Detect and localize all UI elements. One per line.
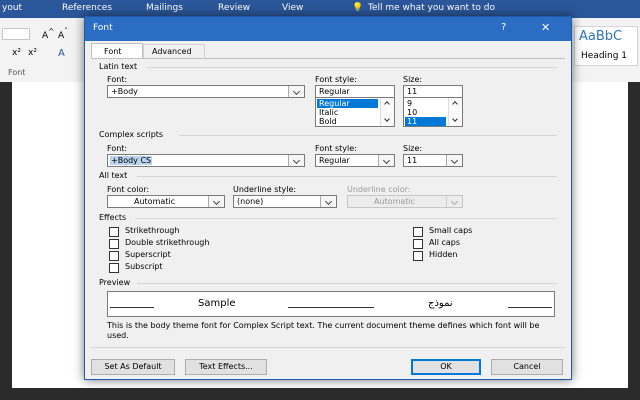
style-name: Heading 1 [581, 51, 628, 61]
cancel-button[interactable]: Cancel [491, 359, 563, 375]
ok-button[interactable]: OK [411, 359, 481, 375]
latin-font-label: Font: [107, 75, 128, 84]
grow-font-icon[interactable]: A^ [42, 27, 54, 41]
tab-advanced[interactable]: Advanced [143, 44, 205, 59]
style-preview: AaBbC [579, 29, 623, 44]
latin-style-label: Font style: [315, 75, 357, 84]
subscript-checkbox[interactable] [109, 263, 119, 273]
list-item[interactable]: 9 [405, 99, 446, 108]
chevron-down-icon[interactable] [378, 155, 394, 166]
all-caps-label: All caps [429, 238, 461, 247]
double-strikethrough-checkbox[interactable] [109, 239, 119, 249]
all-caps-checkbox[interactable] [413, 239, 423, 249]
scrollbar[interactable] [448, 98, 462, 126]
complex-style-combo[interactable]: Regular [315, 154, 395, 167]
latin-size-value: 11 [407, 87, 418, 96]
underline-style-value: (none) [237, 197, 264, 206]
chevron-down-icon[interactable] [208, 196, 224, 207]
superscript-checkbox[interactable] [109, 251, 119, 261]
preview-complex-sample: نموذج [428, 298, 453, 309]
tell-me-box[interactable]: Tell me what you want to do [368, 3, 495, 13]
ribbon-tab-references[interactable]: References [62, 3, 112, 13]
chevron-down-icon[interactable] [446, 155, 462, 166]
chevron-down-icon[interactable] [320, 196, 336, 207]
latin-style-list[interactable]: Regular Italic Bold [315, 97, 395, 127]
font-size-combo[interactable] [2, 28, 30, 40]
complex-heading: Complex scripts [99, 130, 164, 139]
small-caps-label: Small caps [429, 226, 473, 235]
strikethrough-checkbox[interactable] [109, 227, 119, 237]
complex-size-value: 11 [407, 156, 418, 165]
latin-size-list[interactable]: 9 10 11 [403, 97, 463, 127]
preview-heading: Preview [99, 278, 131, 287]
complex-font-value: +Body CS [110, 156, 153, 165]
dialog-title-bar: Font ? ✕ [85, 17, 571, 41]
complex-font-combo[interactable]: +Body CS [107, 154, 305, 167]
latin-font-value: +Body [111, 87, 138, 96]
dialog-title: Font [93, 23, 113, 33]
ribbon-tab-view[interactable]: View [282, 3, 303, 13]
subscript-label: Subscript [125, 262, 163, 271]
chevron-down-icon[interactable] [288, 86, 304, 97]
list-item[interactable]: 11 [405, 117, 446, 126]
text-effects-icon[interactable]: A [58, 48, 65, 59]
alltext-heading: All text [99, 171, 128, 180]
preview-box: Sample نموذج [107, 291, 555, 317]
latin-font-combo[interactable]: +Body [107, 85, 305, 98]
lightbulb-icon: 💡 [352, 3, 364, 13]
preview-latin-sample: Sample [198, 298, 236, 309]
latin-style-value: Regular [319, 87, 350, 96]
help-button[interactable]: ? [501, 22, 506, 33]
hidden-label: Hidden [429, 250, 458, 259]
chevron-down-icon [446, 196, 462, 207]
superscript-small-icon[interactable]: x² [28, 48, 37, 58]
superscript-icon[interactable]: x² [12, 48, 21, 58]
set-as-default-button[interactable]: Set As Default [91, 359, 175, 375]
underline-style-combo[interactable]: (none) [233, 195, 337, 208]
text-effects-button[interactable]: Text Effects... [185, 359, 267, 375]
tab-advanced-label: Advanced [152, 47, 192, 56]
underline-color-label: Underline color: [347, 185, 411, 194]
ribbon-tab-mailings[interactable]: Mailings [146, 3, 183, 13]
complex-style-value: Regular [319, 156, 350, 165]
list-item[interactable]: Bold [317, 117, 378, 126]
strikethrough-label: Strikethrough [125, 226, 180, 235]
scrollbar[interactable] [380, 98, 394, 126]
scroll-up-icon[interactable] [384, 101, 390, 107]
effects-heading: Effects [99, 213, 127, 222]
double-strikethrough-label: Double strikethrough [125, 238, 210, 247]
shrink-font-icon[interactable]: Aˇ [58, 27, 68, 41]
tab-font-label: Font [104, 47, 122, 56]
hidden-checkbox[interactable] [413, 251, 423, 261]
font-color-value: Automatic [134, 197, 176, 206]
font-color-combo[interactable]: Automatic [107, 195, 225, 208]
list-item[interactable]: 10 [405, 108, 446, 117]
complex-size-label: Size: [403, 144, 423, 153]
complex-size-combo[interactable]: 11 [403, 154, 463, 167]
font-color-label: Font color: [107, 185, 150, 194]
complex-style-label: Font style: [315, 144, 357, 153]
ribbon-tab-layout[interactable]: yout [2, 3, 22, 13]
style-heading1[interactable]: AaBbC Heading 1 [574, 26, 638, 66]
scroll-down-icon[interactable] [452, 116, 458, 122]
ribbon-tab-review[interactable]: Review [218, 3, 250, 13]
scroll-up-icon[interactable] [452, 101, 458, 107]
superscript-label: Superscript [125, 250, 171, 259]
list-item[interactable]: Regular [317, 99, 378, 108]
font-group-label: Font [8, 68, 26, 77]
list-item[interactable]: Italic [317, 108, 378, 117]
latin-size-label: Size: [403, 75, 423, 84]
scroll-down-icon[interactable] [384, 116, 390, 122]
underline-color-combo: Automatic [347, 195, 463, 208]
font-dialog: Font ? ✕ Font Advanced Latin text Font: … [84, 16, 572, 380]
latin-heading: Latin text [99, 62, 138, 71]
underline-color-value: Automatic [374, 197, 416, 206]
preview-note: This is the body theme font for Complex … [107, 321, 540, 340]
close-button[interactable]: ✕ [541, 21, 550, 34]
tab-font[interactable]: Font [91, 43, 143, 59]
small-caps-checkbox[interactable] [413, 227, 423, 237]
complex-font-label: Font: [107, 144, 128, 153]
underline-style-label: Underline style: [233, 185, 297, 194]
chevron-down-icon[interactable] [288, 155, 304, 166]
